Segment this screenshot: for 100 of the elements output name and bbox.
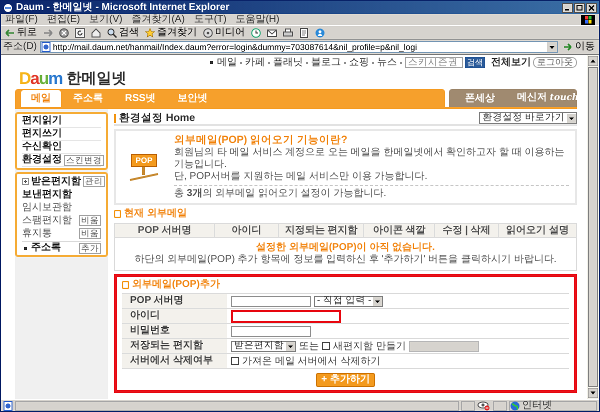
input-field[interactable] bbox=[231, 310, 341, 322]
document-icon bbox=[299, 28, 309, 38]
window-title: Daum - 한메일넷 - Microsoft Internet Explorer bbox=[16, 2, 230, 14]
sidebar-link[interactable]: 편지읽기 bbox=[22, 115, 101, 127]
person-icon bbox=[315, 28, 325, 38]
small-button[interactable]: 추가 bbox=[79, 242, 101, 254]
dropdown[interactable]: 받은편지함 bbox=[231, 340, 296, 352]
disc-icon bbox=[203, 28, 213, 38]
folder-link[interactable]: 스팸편지함 bbox=[22, 214, 77, 226]
menu-item[interactable]: 보기(V) bbox=[89, 14, 122, 26]
windows-flag-icon bbox=[581, 14, 595, 24]
clock-icon bbox=[251, 28, 261, 38]
title-marker bbox=[114, 114, 116, 122]
service-link[interactable]: 뉴스 bbox=[377, 56, 397, 68]
bullet-icon bbox=[24, 246, 27, 250]
dropdown[interactable]: - 직접 입력 - bbox=[314, 296, 384, 306]
column-header: POP 서버명 bbox=[136, 224, 192, 237]
small-button[interactable]: 비움 bbox=[79, 228, 101, 239]
menu-item[interactable]: 즐겨찾기(A) bbox=[131, 14, 185, 26]
status-panel bbox=[461, 400, 475, 410]
folder-link[interactable]: 받은편지함 bbox=[31, 176, 81, 188]
folder-link[interactable]: 임시보관함 bbox=[22, 202, 101, 214]
down-arrow-icon[interactable] bbox=[588, 388, 598, 398]
info-text: 회원님의 타 메일 서비스 계정으로 오는 메일을 한메일넷에서 확인하고자 할 때 이용하는 기능입니다. bbox=[174, 147, 566, 171]
search-button[interactable]: 검색 bbox=[465, 57, 485, 68]
square-bullet-icon bbox=[114, 210, 121, 218]
maximize-icon[interactable] bbox=[574, 2, 585, 12]
folder-link[interactable]: 휴지통 bbox=[22, 228, 77, 240]
envelope-icon bbox=[267, 28, 277, 38]
empty-message: 설정한 외부메일(POP)이 아직 없습니다. bbox=[255, 241, 436, 254]
search-button[interactable]: 검색 bbox=[105, 26, 141, 39]
folder-link[interactable]: 보낸편지함 bbox=[22, 188, 101, 200]
jump-select[interactable]: 환경설정 바로가기 bbox=[479, 112, 577, 124]
column-header: 읽어오기 설명 bbox=[498, 224, 576, 237]
media-button[interactable]: 미디어 bbox=[201, 26, 247, 39]
address-book-link[interactable]: 주소록 bbox=[31, 242, 77, 254]
edit-button[interactable] bbox=[297, 26, 311, 39]
service-link[interactable]: 쇼핑 bbox=[349, 56, 369, 68]
left-arrow-icon bbox=[5, 28, 15, 38]
messenger-button[interactable] bbox=[313, 26, 327, 39]
logout-button[interactable]: 로그아웃 bbox=[533, 57, 577, 68]
bullet-icon bbox=[210, 61, 213, 64]
sign-label: POP bbox=[130, 154, 158, 166]
all-services-link[interactable]: 전체보기 bbox=[491, 56, 531, 68]
up-arrow-icon[interactable] bbox=[588, 56, 598, 66]
input-field[interactable] bbox=[231, 296, 311, 306]
sidebar-link[interactable]: 환경설정 bbox=[22, 154, 62, 166]
scrollbar[interactable] bbox=[587, 55, 599, 399]
close-icon[interactable] bbox=[586, 2, 597, 12]
search-icon bbox=[107, 28, 117, 38]
checkbox[interactable] bbox=[231, 357, 239, 365]
touch-logo: touch bbox=[550, 93, 579, 103]
search-field[interactable]: 스키시즌권 bbox=[405, 57, 463, 68]
address-field[interactable]: http://mail.daum.net/hanmail/Index.daum?error=login&dummy=703087614&nil_profile=p&nil_logi bbox=[40, 41, 558, 53]
home-button[interactable] bbox=[89, 26, 103, 39]
page-title: 환경설정 Home bbox=[119, 112, 196, 124]
service-link[interactable]: 메일 bbox=[217, 56, 237, 68]
checkbox-label: 가져온 메일 서버에서 삭제하기 bbox=[242, 356, 380, 366]
field-label: POP 서버명 bbox=[122, 294, 227, 308]
page-icon bbox=[40, 42, 51, 52]
back-button[interactable]: 뒤로 bbox=[3, 26, 39, 39]
expand-icon[interactable] bbox=[22, 178, 29, 185]
sidebar-link[interactable]: 수신확인 bbox=[22, 141, 101, 153]
refresh-icon bbox=[75, 28, 85, 38]
section-title: 현재 외부메일 bbox=[124, 208, 187, 220]
favorites-button[interactable]: 즐겨찾기 bbox=[143, 26, 199, 39]
column-header: 수정 | 삭제 bbox=[434, 224, 498, 237]
globe-icon bbox=[510, 400, 520, 410]
menu-item[interactable]: 편집(E) bbox=[46, 14, 80, 26]
or-label: 또는 bbox=[299, 340, 319, 352]
print-button[interactable] bbox=[281, 26, 295, 39]
minimize-icon[interactable] bbox=[562, 2, 573, 12]
small-button[interactable]: 스킨변경 bbox=[64, 154, 104, 166]
service-link[interactable]: 블로그 bbox=[311, 56, 341, 68]
column-header: 아이콘 색깔 bbox=[363, 224, 434, 237]
browser-icon bbox=[3, 2, 13, 12]
service-link[interactable]: 플래닛 bbox=[273, 56, 303, 68]
address-label: 주소(D) bbox=[3, 41, 37, 53]
small-button[interactable]: 관리 bbox=[83, 176, 105, 187]
info-note: 총 3개의 외부메일 읽어오기 설정이 가능합니다. bbox=[174, 185, 569, 200]
service-link[interactable]: 카페 bbox=[245, 56, 265, 68]
menu-item[interactable]: 도움말(H) bbox=[236, 14, 280, 26]
password-field[interactable] bbox=[231, 326, 311, 336]
column-header: 아이디 bbox=[214, 224, 278, 237]
house-icon bbox=[91, 28, 101, 38]
star-icon bbox=[145, 28, 155, 38]
menu-item[interactable]: 파일(F) bbox=[5, 14, 38, 26]
sidebar-link[interactable]: 편지쓰기 bbox=[22, 128, 101, 140]
field-label: 서버에서 삭제여부 bbox=[122, 354, 227, 368]
go-button[interactable]: 이동 bbox=[561, 40, 597, 54]
refresh-button[interactable] bbox=[73, 26, 87, 39]
stop-button[interactable] bbox=[57, 26, 71, 39]
history-button[interactable] bbox=[249, 26, 263, 39]
small-button[interactable]: 비움 bbox=[79, 215, 101, 226]
menu-item[interactable]: 도구(T) bbox=[194, 14, 227, 26]
zone-label: 인터넷 bbox=[522, 400, 552, 410]
brand-logo: Daum bbox=[19, 70, 62, 88]
service-name: 한메일넷 bbox=[66, 70, 126, 88]
checkbox[interactable] bbox=[322, 342, 330, 350]
field-label: 비밀번호 bbox=[122, 324, 227, 338]
